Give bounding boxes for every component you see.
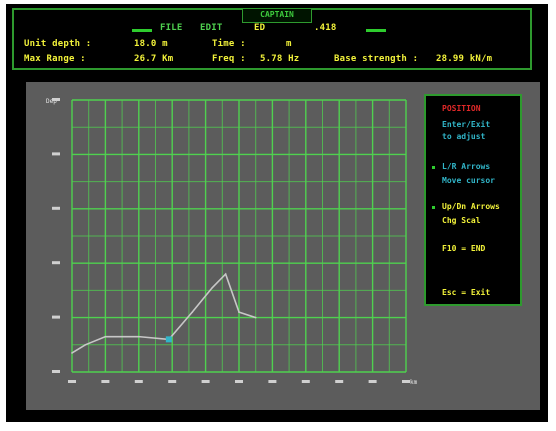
bullet-icon bbox=[432, 166, 435, 169]
mode-label-ed: ED bbox=[254, 23, 266, 33]
help-line: Move cursor bbox=[442, 176, 495, 185]
window-title: CAPTAIN bbox=[242, 8, 312, 23]
x-tick-label bbox=[335, 380, 344, 383]
max-range-label: Max Range : bbox=[24, 54, 86, 64]
y-tick-label bbox=[52, 315, 60, 319]
time-value: m bbox=[286, 39, 292, 49]
dash-marker-left bbox=[132, 29, 152, 32]
bullet-icon bbox=[432, 206, 435, 209]
base-strength-value: 28.99 kN/m bbox=[436, 54, 493, 64]
dash-marker-right bbox=[366, 29, 386, 32]
x-tick-label bbox=[168, 380, 177, 383]
x-tick-label bbox=[402, 380, 410, 383]
unit-depth-value: 18.0 m bbox=[134, 39, 168, 49]
selected-mode-label[interactable]: POSITION bbox=[442, 104, 481, 113]
chart-series bbox=[71, 272, 257, 354]
base-strength-label: Base strength : bbox=[334, 54, 419, 64]
y-tick-label bbox=[52, 261, 60, 265]
app-screen: CAPTAIN FILE EDIT ED .418 Unit depth : 1… bbox=[6, 4, 548, 422]
mode-value-edit[interactable]: EDIT bbox=[200, 23, 222, 33]
plot-area[interactable]: Dep km POSITION Enter/Exit to adjust L/R … bbox=[26, 82, 540, 410]
x-unit-label: km bbox=[410, 379, 418, 386]
y-tick-label bbox=[52, 152, 60, 156]
help-line: Up/Dn Arrows bbox=[442, 202, 500, 211]
data-point bbox=[84, 344, 87, 346]
data-point bbox=[71, 352, 73, 354]
data-point bbox=[191, 311, 194, 313]
help-line: Chg Scal bbox=[442, 216, 481, 225]
cursor-marker bbox=[165, 336, 172, 343]
x-tick-label bbox=[101, 380, 110, 383]
mode-value-number: .418 bbox=[314, 23, 337, 33]
y-tick-label bbox=[52, 206, 60, 210]
y-tick-label bbox=[52, 98, 60, 101]
help-line: Enter/Exit bbox=[442, 120, 491, 129]
y-tick-label bbox=[52, 370, 60, 373]
x-tick-label bbox=[134, 380, 143, 383]
data-point bbox=[254, 316, 257, 319]
data-point bbox=[224, 273, 227, 275]
data-point bbox=[104, 335, 107, 338]
max-range-value: 26.7 Km bbox=[134, 54, 174, 64]
freq-label: Freq : bbox=[212, 54, 246, 64]
time-label: Time : bbox=[212, 39, 246, 49]
x-tick-label bbox=[201, 380, 210, 383]
x-tick-label bbox=[235, 380, 243, 383]
x-tick-label bbox=[68, 380, 76, 383]
unit-depth-label: Unit depth : bbox=[24, 39, 92, 49]
help-line: L/R Arrows bbox=[442, 162, 491, 171]
help-line: to adjust bbox=[442, 132, 486, 141]
chart-grid bbox=[71, 99, 407, 373]
freq-value: 5.78 Hz bbox=[260, 54, 300, 64]
x-tick-label bbox=[301, 380, 310, 383]
help-line: F10 = END bbox=[442, 244, 486, 253]
data-point bbox=[138, 335, 140, 338]
x-tick-label bbox=[268, 380, 277, 383]
series-line bbox=[71, 272, 256, 354]
data-point bbox=[238, 311, 240, 313]
x-tick-label bbox=[368, 380, 377, 383]
header-panel: CAPTAIN FILE EDIT ED .418 Unit depth : 1… bbox=[12, 8, 532, 70]
help-panel: POSITION Enter/Exit to adjust L/R Arrows… bbox=[424, 94, 522, 306]
data-point bbox=[211, 286, 214, 289]
mode-label-file: FILE bbox=[160, 23, 183, 33]
help-line: Esc = Exit bbox=[442, 288, 491, 297]
chart-ticks: Depkm bbox=[46, 98, 418, 386]
